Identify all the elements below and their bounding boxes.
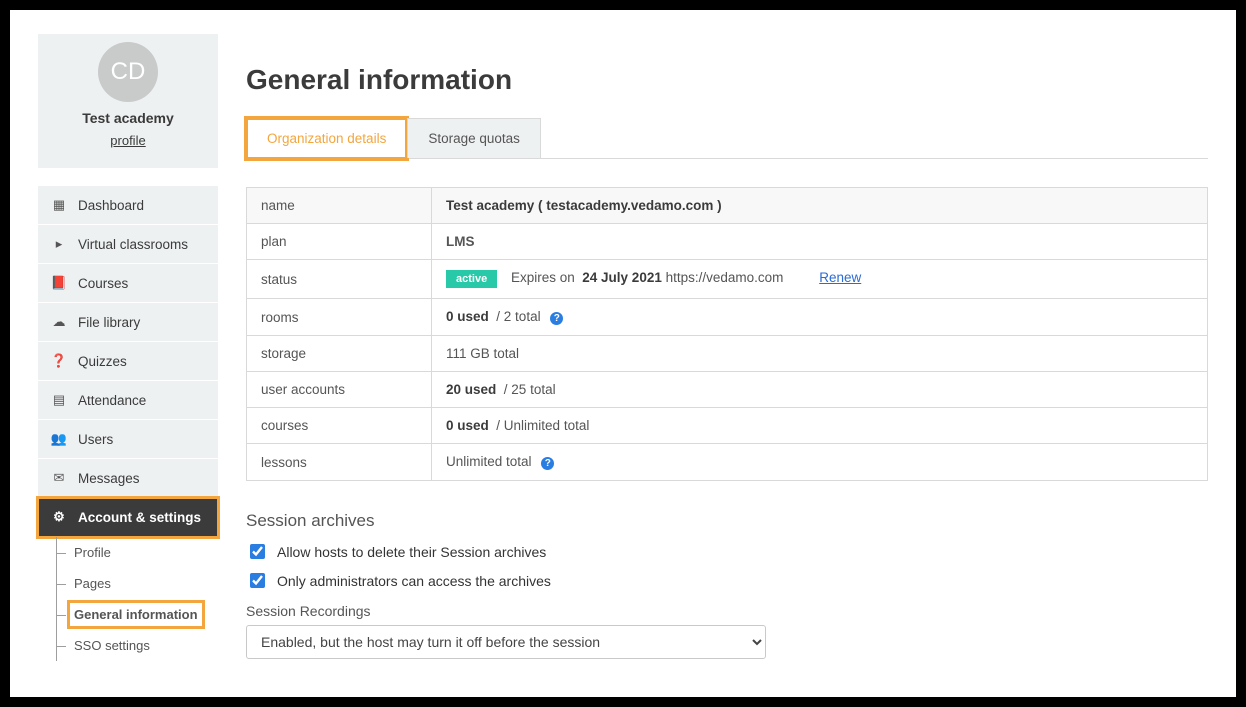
sidebar-item-label: Attendance (78, 393, 146, 408)
sidebar-subitem-label: General information (74, 607, 198, 622)
sidebar-nav: ▦ Dashboard ▸ Virtual classrooms 📕 Cours… (38, 186, 218, 661)
sidebar-item-attendance[interactable]: ▤ Attendance (38, 381, 218, 420)
checkbox-label: Only administrators can access the archi… (277, 573, 551, 589)
help-icon: ❓ (50, 353, 68, 369)
cell-value: 20 used / 25 total (432, 372, 1208, 408)
rooms-used: 0 used (446, 309, 489, 324)
sidebar-subitem-label: SSO settings (74, 638, 150, 653)
expires-label: Expires on (511, 270, 575, 285)
session-archives-heading: Session archives (246, 511, 1208, 531)
users-icon: 👥 (50, 431, 68, 447)
gear-icon: ⚙ (50, 509, 68, 525)
sidebar-item-courses[interactable]: 📕 Courses (38, 264, 218, 303)
table-row: user accounts 20 used / 25 total (247, 372, 1208, 408)
sidebar-item-label: Dashboard (78, 198, 144, 213)
sidebar-item-users[interactable]: 👥 Users (38, 420, 218, 459)
checkbox-allow-hosts-delete[interactable] (250, 544, 265, 559)
sidebar-item-label: Messages (78, 471, 140, 486)
cell-value: LMS (432, 224, 1208, 260)
table-row: storage 111 GB total (247, 336, 1208, 372)
sidebar-subnav: Profile Pages General information SSO se… (38, 537, 218, 661)
tab-organization-details[interactable]: Organization details (246, 118, 407, 159)
sidebar-item-label: Virtual classrooms (78, 237, 188, 252)
expires-date: 24 July 2021 (582, 270, 662, 285)
main-content: General information Organization details… (246, 34, 1208, 697)
session-recordings-label: Session Recordings (246, 603, 1208, 619)
org-name: Test academy (46, 110, 210, 126)
sidebar-item-account-settings[interactable]: ⚙ Account & settings (38, 498, 218, 537)
checkbox-label: Allow hosts to delete their Session arch… (277, 544, 546, 560)
courses-total: / Unlimited total (496, 418, 589, 433)
sidebar-item-file-library[interactable]: ☁ File library (38, 303, 218, 342)
cell-value: 0 used / Unlimited total (432, 408, 1208, 444)
checkbox-only-admins-access[interactable] (250, 573, 265, 588)
dashboard-icon: ▦ (50, 197, 68, 213)
table-row: plan LMS (247, 224, 1208, 260)
cell-value: 111 GB total (432, 336, 1208, 372)
sidebar-item-quizzes[interactable]: ❓ Quizzes (38, 342, 218, 381)
sidebar-item-messages[interactable]: ✉ Messages (38, 459, 218, 498)
details-table: name Test academy ( testacademy.vedamo.c… (246, 187, 1208, 481)
cell-label: courses (247, 408, 432, 444)
tab-storage-quotas[interactable]: Storage quotas (407, 118, 541, 158)
cell-label: lessons (247, 444, 432, 481)
sidebar-item-virtual-classrooms[interactable]: ▸ Virtual classrooms (38, 225, 218, 264)
courses-used: 0 used (446, 418, 489, 433)
book-icon: 📕 (50, 275, 68, 291)
sidebar-subitem-label: Profile (74, 545, 111, 560)
table-row: courses 0 used / Unlimited total (247, 408, 1208, 444)
cell-value: Test academy ( testacademy.vedamo.com ) (432, 188, 1208, 224)
status-badge: active (446, 270, 497, 288)
check-only-admins-access[interactable]: Only administrators can access the archi… (246, 570, 1208, 591)
table-row: status active Expires on 24 July 2021 ht… (247, 260, 1208, 299)
cell-label: status (247, 260, 432, 299)
sidebar-item-label: File library (78, 315, 140, 330)
table-row: rooms 0 used / 2 total ? (247, 299, 1208, 336)
play-icon: ▸ (50, 236, 68, 252)
lessons-value: Unlimited total (446, 454, 532, 469)
mail-icon: ✉ (50, 470, 68, 486)
cell-label: name (247, 188, 432, 224)
accounts-total: / 25 total (504, 382, 556, 397)
sidebar-subitem-general-information[interactable]: General information (56, 599, 218, 630)
cell-label: plan (247, 224, 432, 260)
cell-value: Unlimited total ? (432, 444, 1208, 481)
sidebar-subitem-label: Pages (74, 576, 111, 591)
avatar: CD (98, 42, 158, 102)
rooms-total: / 2 total (496, 309, 540, 324)
cell-value: 0 used / 2 total ? (432, 299, 1208, 336)
sidebar-item-label: Quizzes (78, 354, 127, 369)
sidebar-subitem-profile[interactable]: Profile (56, 537, 218, 568)
cloud-icon: ☁ (50, 314, 68, 330)
accounts-used: 20 used (446, 382, 496, 397)
list-icon: ▤ (50, 392, 68, 408)
sidebar-subitem-pages[interactable]: Pages (56, 568, 218, 599)
cell-label: rooms (247, 299, 432, 336)
cell-value: active Expires on 24 July 2021 https://v… (432, 260, 1208, 299)
sidebar-item-label: Courses (78, 276, 128, 291)
table-row: lessons Unlimited total ? (247, 444, 1208, 481)
profile-card: CD Test academy profile (38, 34, 218, 168)
check-allow-hosts-delete[interactable]: Allow hosts to delete their Session arch… (246, 541, 1208, 562)
sidebar-item-label: Account & settings (78, 510, 201, 525)
table-row: name Test academy ( testacademy.vedamo.c… (247, 188, 1208, 224)
renew-link[interactable]: Renew (819, 270, 861, 285)
cell-label: storage (247, 336, 432, 372)
tabs: Organization details Storage quotas (246, 118, 1208, 159)
sidebar: CD Test academy profile ▦ Dashboard ▸ Vi… (38, 34, 218, 697)
sidebar-item-label: Users (78, 432, 113, 447)
cell-label: user accounts (247, 372, 432, 408)
status-url: https://vedamo.com (666, 270, 784, 285)
session-recordings-select[interactable]: Enabled, but the host may turn it off be… (246, 625, 766, 659)
sidebar-subitem-sso-settings[interactable]: SSO settings (56, 630, 218, 661)
help-icon[interactable]: ? (550, 312, 563, 325)
sidebar-item-dashboard[interactable]: ▦ Dashboard (38, 186, 218, 225)
help-icon[interactable]: ? (541, 457, 554, 470)
profile-link[interactable]: profile (110, 133, 145, 148)
page-title: General information (246, 64, 1208, 96)
